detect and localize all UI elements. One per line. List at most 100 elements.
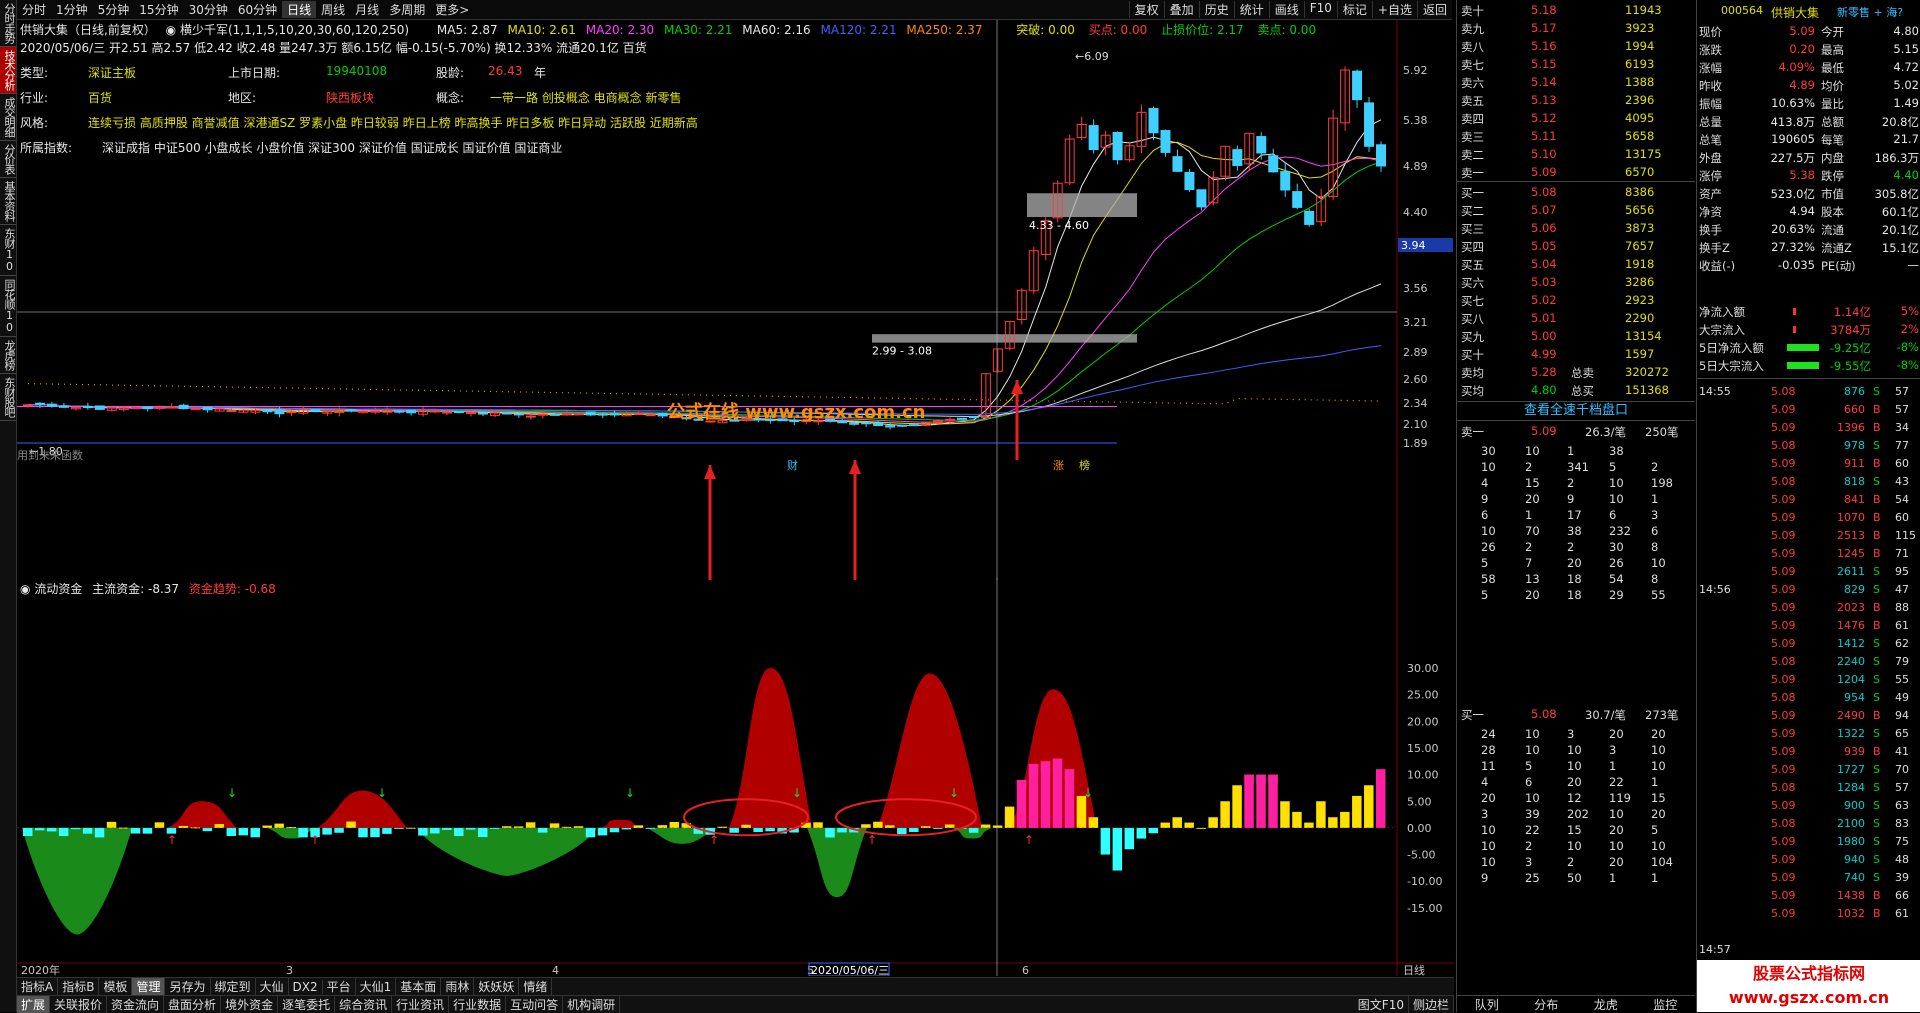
left-tab-3[interactable]: 分价表 [0, 141, 16, 178]
left-tab-2[interactable]: 成交明细 [0, 94, 16, 141]
indicator-tab-8[interactable]: 平台 [323, 978, 356, 995]
ob-tab-1[interactable]: 分布 [1534, 996, 1558, 1013]
candlestick-chart[interactable]: 5.92 5.38 4.89 4.40 3.56 3.21 2.89 2.60 2.34 2.10… [17, 20, 1454, 580]
buy-row-6[interactable]: 买七 5.02 2923 [1457, 291, 1695, 309]
bottom-right-0[interactable]: 图文F10 [1354, 996, 1409, 1013]
period-1[interactable]: 1分钟 [51, 1, 93, 18]
indicator-tab-5[interactable]: 绑定到 [211, 978, 256, 995]
ext-tab-7[interactable]: 行业资讯 [392, 996, 450, 1013]
sell-row-3-c1: 5.15 [1531, 57, 1557, 71]
period-10[interactable]: 更多> [430, 1, 474, 18]
toolbar-btn-4[interactable]: 画线 [1268, 1, 1304, 18]
toolbar-btn-3[interactable]: 统计 [1233, 1, 1269, 18]
sell-row-4[interactable]: 卖六 5.14 1388 [1457, 73, 1695, 91]
buy-row-9[interactable]: 买十 4.99 1597 [1457, 345, 1695, 363]
period-6[interactable]: 日线 [282, 1, 317, 18]
toolbar-btn-0[interactable]: 复权 [1128, 1, 1164, 18]
buy1-grid-row-9[interactable]: 9 25 50 1 1 [1457, 869, 1695, 887]
period-8[interactable]: 月线 [350, 1, 384, 18]
fund-bar-top [1016, 779, 1027, 789]
ext-tab-4[interactable]: 境外资金 [221, 996, 279, 1013]
indicator-tab-6[interactable]: 大仙 [256, 978, 289, 995]
buy-row-5[interactable]: 买六 5.03 3286 [1457, 273, 1695, 291]
indicator-tab-4[interactable]: 另存为 [165, 978, 211, 995]
buy-row-3[interactable]: 买四 5.05 7657 [1457, 237, 1695, 255]
indicator-tab-0[interactable]: 指标A [17, 978, 59, 995]
buy1-head[interactable]: 买一 5.08 30.7/笔 273笔 [1457, 705, 1695, 723]
period-9[interactable]: 多周期 [384, 1, 430, 18]
toolbar-btn-6[interactable]: 标记 [1336, 1, 1372, 18]
indicator-tab-3[interactable]: 管理 [132, 978, 166, 995]
indicator-tab-2[interactable]: 模板 [99, 978, 133, 995]
sell1-head[interactable]: 卖一 5.09 26.3/笔 250笔 [1457, 422, 1695, 440]
indicator-tab-9[interactable]: 大仙1 [356, 978, 397, 995]
ext-tab-5[interactable]: 逐笔委托 [278, 996, 336, 1013]
buy-row-0[interactable]: 买一 5.08 8386 [1457, 183, 1695, 201]
indicator-tab-13[interactable]: 情绪 [519, 978, 553, 995]
sell-row-2[interactable]: 卖八 5.16 1994 [1457, 37, 1695, 55]
fund-flow-chart[interactable]: ↑ ↑ ↑ ↑ ↑↓ ↓ ↓ ↓ ↓ ↓ 30.0025.0020.0015.0010.005.0… [17, 578, 1454, 976]
left-tab-6[interactable]: 同花顺10 [0, 276, 16, 337]
period-5[interactable]: 60分钟 [233, 1, 282, 18]
buy-row-1[interactable]: 买二 5.07 5656 [1457, 201, 1695, 219]
sell-row-6[interactable]: 卖四 5.12 4095 [1457, 109, 1695, 127]
sell-row-5[interactable]: 卖五 5.13 2396 [1457, 91, 1695, 109]
sell-avg-row[interactable]: 卖均 5.28 总卖 320272 [1457, 363, 1695, 381]
period-7[interactable]: 周线 [316, 1, 350, 18]
left-tab-0[interactable]: 分时走势 [0, 0, 16, 47]
indicator-tab-1[interactable]: 指标B [58, 978, 100, 995]
buy-row-4[interactable]: 买五 5.04 1918 [1457, 255, 1695, 273]
left-tab-4[interactable]: 基本资料 [0, 178, 16, 225]
ext-tab-9[interactable]: 互动问答 [506, 996, 564, 1013]
fund-axis-label: 0.00 [1407, 822, 1432, 835]
ext-tab-8[interactable]: 行业数据 [449, 996, 507, 1013]
tick-side: S [1873, 835, 1880, 848]
sell-row-8[interactable]: 卖二 5.10 13175 [1457, 145, 1695, 163]
ob-tab-3[interactable]: 监控 [1653, 996, 1677, 1013]
all-orders-link[interactable]: 查看全速千档盘口 [1457, 401, 1695, 421]
ext-tab-6[interactable]: 综合资讯 [335, 996, 393, 1013]
ext-tab-0[interactable]: 扩展 [17, 996, 51, 1013]
toolbar-btn-5[interactable]: F10 [1303, 1, 1337, 18]
sell-row-9[interactable]: 卖一 5.09 6570 [1457, 163, 1695, 181]
indicator-tab-10[interactable]: 基本面 [396, 978, 442, 995]
left-tab-7[interactable]: 龙虎榜 [0, 337, 16, 374]
toolbar-btn-7[interactable]: +自选 [1371, 1, 1417, 18]
ext-tab-10[interactable]: 机构调研 [563, 996, 621, 1013]
indicator-tab-12[interactable]: 妖妖妖 [474, 978, 520, 995]
sell-row-1[interactable]: 卖九 5.17 3923 [1457, 19, 1695, 37]
toolbar-btn-1[interactable]: 叠加 [1163, 1, 1199, 18]
ob-tab-2[interactable]: 龙虎 [1594, 996, 1618, 1013]
buy-row-8[interactable]: 买九 5.00 13154 [1457, 327, 1695, 345]
period-2[interactable]: 5分钟 [93, 1, 135, 18]
buy-avg-row[interactable]: 买均 4.80 总买 151368 [1457, 381, 1695, 399]
period-4[interactable]: 30分钟 [184, 1, 233, 18]
toolbar-btn-2[interactable]: 历史 [1198, 1, 1234, 18]
ob-tab-0[interactable]: 队列 [1475, 996, 1499, 1013]
left-tab-8[interactable]: 东财股吧 [0, 374, 16, 421]
sell-row-3[interactable]: 卖七 5.15 6193 [1457, 55, 1695, 73]
sell1-grid-row-9[interactable]: 5 20 18 29 55 [1457, 586, 1695, 604]
buy-row-7[interactable]: 买八 5.01 2290 [1457, 309, 1695, 327]
left-tab-5[interactable]: 东财10 [0, 225, 16, 276]
buy-row-2[interactable]: 买三 5.06 3873 [1457, 219, 1695, 237]
outflow-trough-0 [22, 827, 132, 935]
ext-tab-3[interactable]: 盘面分析 [164, 996, 222, 1013]
buy-arrow-2: ↑ [709, 833, 719, 847]
period-0[interactable]: 分时 [17, 1, 51, 18]
left-tab-1[interactable]: 技术分析 [0, 47, 16, 94]
sell-row-0[interactable]: 卖十 5.18 11943 [1457, 1, 1695, 19]
tick-count: 115 [1895, 529, 1916, 542]
bottom-right-1[interactable]: 侧边栏 [1409, 996, 1454, 1013]
indicator-tab-11[interactable]: 雨林 [441, 978, 475, 995]
candle-body [1268, 155, 1279, 173]
indicator-tab-7[interactable]: DX2 [289, 979, 323, 994]
toolbar-btn-8[interactable]: 返回 [1416, 1, 1452, 18]
tick-price: 5.09 [1771, 907, 1796, 920]
ext-tab-1[interactable]: 关联报价 [50, 996, 108, 1013]
tick-count: 63 [1895, 799, 1909, 812]
ext-tab-2[interactable]: 资金流向 [107, 996, 165, 1013]
sell-row-7[interactable]: 卖三 5.11 5658 [1457, 127, 1695, 145]
period-3[interactable]: 15分钟 [134, 1, 183, 18]
tick-side: S [1873, 673, 1880, 686]
